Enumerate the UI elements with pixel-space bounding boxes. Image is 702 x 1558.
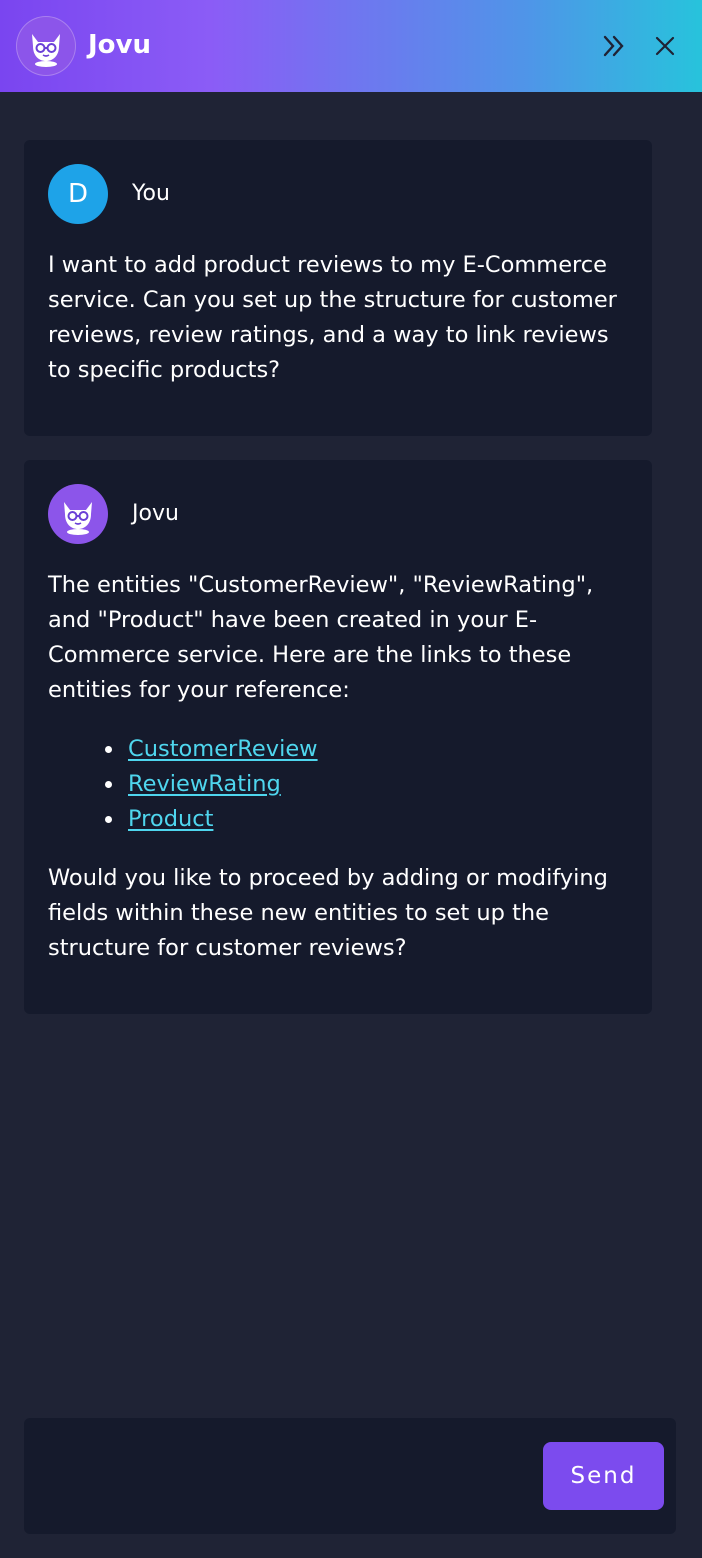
message-intro-text: The entities "CustomerReview", "ReviewRa…: [48, 572, 594, 703]
link-review-rating[interactable]: ReviewRating: [128, 771, 281, 797]
close-icon: [655, 36, 675, 56]
chat-header: Jovu: [0, 0, 702, 92]
sender-name: Jovu: [132, 501, 179, 526]
list-item: ReviewRating: [105, 767, 318, 802]
list-item: CustomerReview: [105, 732, 318, 767]
entity-link-list: CustomerReview ReviewRating Product: [48, 732, 318, 837]
jovu-avatar: [48, 484, 108, 544]
jovu-mascot-icon: [64, 502, 92, 535]
jovu-logo-icon: [16, 16, 76, 76]
double-chevron-right-icon: [603, 35, 624, 57]
link-product[interactable]: Product: [128, 806, 213, 832]
user-message-card: D You I want to add product reviews to m…: [24, 140, 652, 436]
message-input[interactable]: [24, 1418, 524, 1534]
app-title: Jovu: [88, 30, 151, 60]
sender-name: You: [132, 181, 170, 206]
message-text: I want to add product reviews to my E-Co…: [48, 252, 617, 383]
message-outro-text: Would you like to proceed by adding or m…: [48, 865, 608, 961]
user-avatar: D: [48, 164, 108, 224]
list-item: Product: [105, 802, 318, 837]
send-button[interactable]: Send: [543, 1442, 664, 1510]
assistant-message-card: Jovu The entities "CustomerReview", "Rev…: [24, 460, 652, 1014]
message-composer: Send: [24, 1418, 676, 1534]
collapse-button[interactable]: [598, 30, 630, 62]
link-customer-review[interactable]: CustomerReview: [128, 736, 318, 762]
close-button[interactable]: [649, 30, 681, 62]
